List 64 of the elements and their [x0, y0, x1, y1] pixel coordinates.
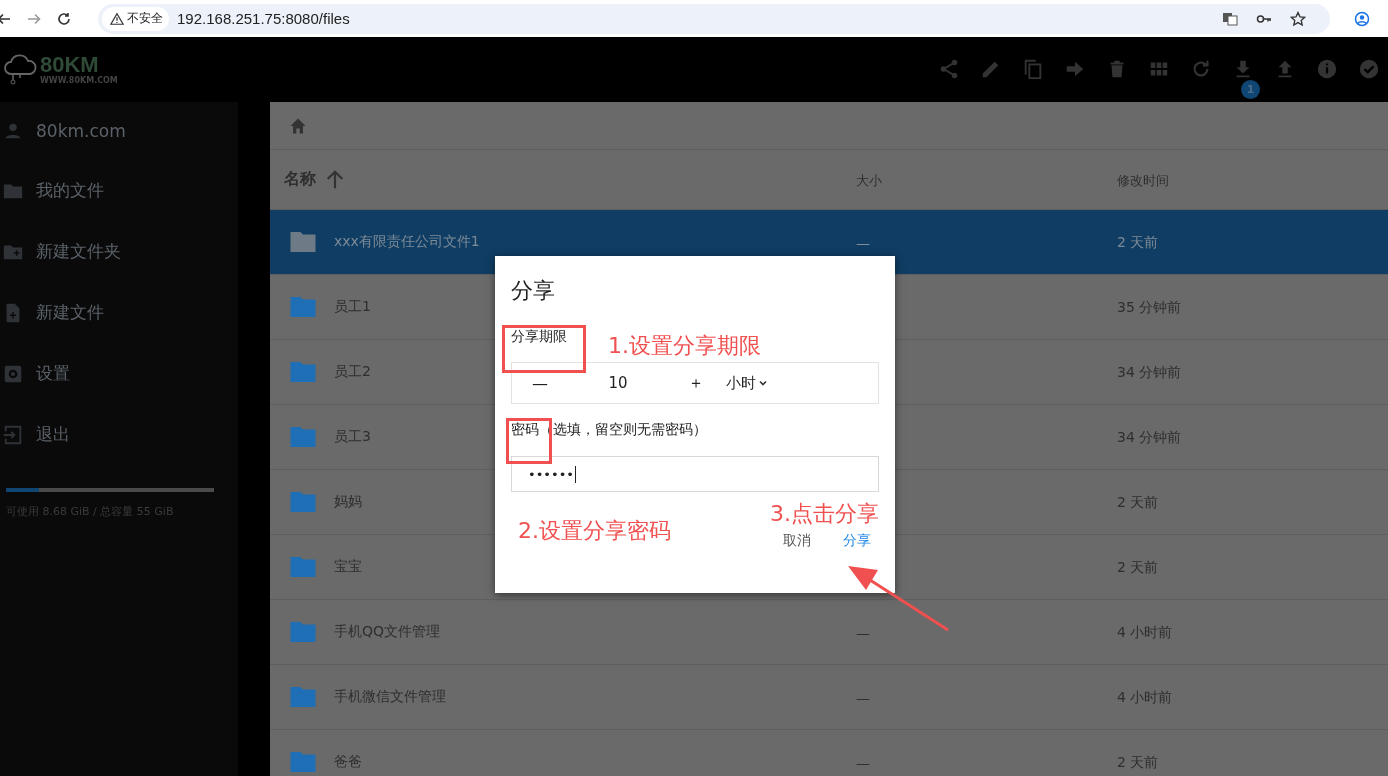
modified-time: 2 天前 [1117, 234, 1159, 250]
reload-icon[interactable] [56, 10, 72, 27]
field-label: 密码 [511, 421, 539, 439]
sidebar-item[interactable]: 我的文件 [0, 160, 238, 221]
plus-button[interactable]: ＋ [668, 372, 724, 394]
caret-icon [758, 378, 768, 388]
file-name: 员工3 [334, 428, 371, 446]
modified-time: 2 天前 [1117, 494, 1159, 510]
annotation-text: 3.点击分享 [770, 500, 879, 528]
sidebar-item[interactable]: 新建文件夹 [0, 221, 238, 282]
file-name: 员工2 [334, 363, 371, 381]
profile-icon[interactable] [1354, 10, 1370, 27]
logo-text: 80KM [40, 54, 99, 76]
minus-button[interactable]: — [512, 373, 568, 393]
modified-time: 2 天前 [1117, 559, 1159, 575]
file-size: — [856, 624, 870, 641]
field-label: 分享期限 [511, 328, 567, 346]
url-text: 192.168.251.75:8080/files [177, 10, 350, 27]
exit-icon [2, 423, 24, 446]
sidebar-item[interactable]: 设置 [0, 343, 238, 404]
star-icon[interactable] [1290, 10, 1306, 27]
annotation-text: 1.设置分享期限 [608, 332, 761, 360]
amount-value: 10 [607, 374, 629, 392]
sort-up-icon[interactable] [324, 168, 346, 191]
modified-time: 4 小时前 [1117, 624, 1173, 640]
address-bar[interactable]: 不安全 192.168.251.75:8080/files [98, 3, 1330, 34]
file-name: 员工1 [334, 298, 371, 316]
logo-subtext: WWW.80KM.COM [40, 76, 118, 85]
file-name: 宝宝 [334, 558, 362, 576]
share-button[interactable]: 分享 [835, 528, 879, 554]
dialog-title: 分享 [511, 277, 556, 305]
modified-time: 34 分钟前 [1117, 364, 1182, 380]
annotation-text: 2.设置分享密码 [518, 517, 671, 545]
file-size: — [856, 754, 870, 771]
sidebar-item[interactable]: 80km.com [0, 102, 238, 160]
file-size: — [856, 234, 870, 251]
security-chip[interactable]: 不安全 [102, 6, 169, 31]
cloud-logo-icon [2, 53, 38, 86]
file-name: 妈妈 [334, 493, 362, 511]
file-name: 爸爸 [334, 753, 362, 771]
modified-time: 4 小时前 [1117, 689, 1173, 705]
modified-time: 34 分钟前 [1117, 429, 1182, 445]
share-icon[interactable] [938, 57, 960, 80]
info-icon[interactable] [1316, 57, 1338, 80]
password-field[interactable]: •••••• [511, 456, 879, 492]
sidebar-item[interactable]: 退出 [0, 404, 238, 465]
unit-select[interactable]: 小时 [726, 373, 768, 393]
highlight-frame [506, 418, 552, 464]
check-circle-icon[interactable] [1358, 57, 1380, 80]
file-row[interactable]: 爸爸 — 2 天前 [270, 730, 1388, 776]
column-header[interactable]: 修改时间 [1117, 172, 1169, 188]
duration-stepper[interactable]: — 10 ＋ 小时 [511, 362, 879, 404]
modified-time: 2 天前 [1117, 754, 1159, 770]
column-header[interactable]: 名称 [284, 169, 316, 190]
translate-icon[interactable] [1222, 10, 1238, 27]
cancel-button[interactable]: 取消 [775, 528, 819, 554]
count-badge: 1 [1241, 79, 1260, 99]
column-header[interactable]: 大小 [856, 172, 882, 188]
file-size: — [856, 689, 870, 706]
sidebar-item[interactable]: 新建文件 [0, 282, 238, 343]
copy-icon[interactable] [1022, 57, 1044, 80]
modified-time: 35 分钟前 [1117, 299, 1182, 315]
file-name: xxx有限责任公司文件1 [334, 233, 480, 251]
warning-icon [110, 11, 124, 26]
